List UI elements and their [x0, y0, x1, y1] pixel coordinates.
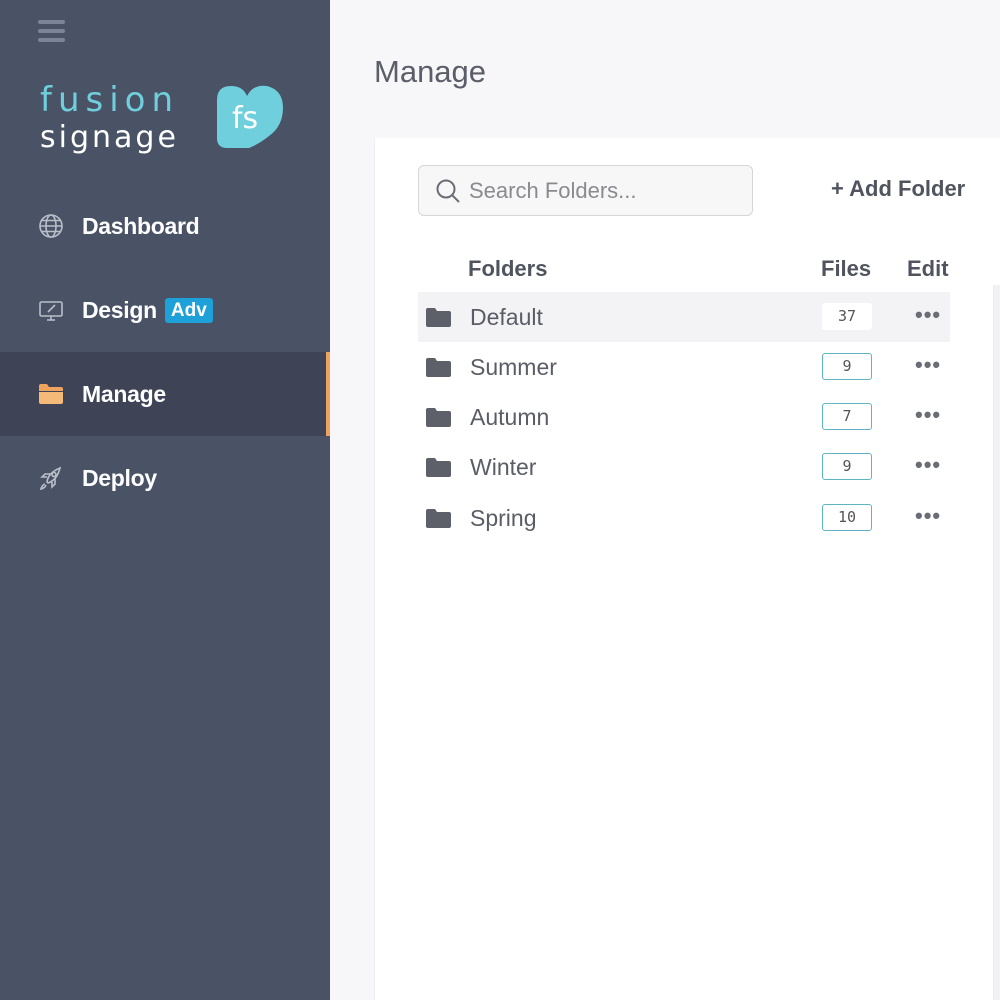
more-options-icon[interactable]: •••	[915, 404, 941, 426]
logo: fusion signage fs	[40, 80, 300, 160]
folder-row-default[interactable]: Default 37 •••	[418, 292, 950, 342]
folder-icon	[426, 458, 451, 477]
sidebar-item-label: Deploy	[82, 464, 157, 491]
sidebar-item-dashboard[interactable]: Dashboard	[0, 184, 330, 268]
file-count-badge: 9	[822, 453, 872, 480]
more-options-icon[interactable]: •••	[915, 304, 941, 326]
more-options-icon[interactable]: •••	[915, 454, 941, 476]
monitor-icon	[38, 297, 64, 323]
sidebar-nav: Dashboard Design Adv Manage Deploy	[0, 184, 330, 520]
rocket-icon	[38, 465, 64, 491]
logo-word-fusion: fusion	[40, 80, 180, 120]
folder-icon	[426, 408, 451, 427]
folder-name: Default	[470, 304, 543, 330]
column-header-edit: Edit	[907, 256, 949, 281]
folder-name: Winter	[470, 454, 537, 480]
more-options-icon[interactable]: •••	[915, 354, 941, 376]
folder-icon	[426, 358, 451, 377]
page-title: Manage	[374, 54, 487, 89]
column-header-folders: Folders	[468, 256, 548, 281]
file-count-badge: 10	[822, 504, 872, 531]
folder-name: Summer	[470, 354, 557, 380]
folder-row-autumn[interactable]: Autumn 7 •••	[418, 392, 950, 442]
sidebar-item-deploy[interactable]: Deploy	[0, 436, 330, 520]
file-count-badge: 9	[822, 353, 872, 380]
folder-icon	[426, 509, 451, 528]
folder-name: Spring	[470, 505, 537, 531]
search-box[interactable]	[418, 165, 753, 216]
search-input[interactable]	[469, 177, 739, 204]
globe-icon	[38, 213, 64, 239]
file-count-badge: 7	[822, 403, 872, 430]
sidebar-item-label: Manage	[82, 380, 166, 407]
folder-row-winter[interactable]: Winter 9 •••	[418, 442, 950, 492]
logo-mark-text: fs	[232, 101, 259, 136]
logo-word-signage: signage	[40, 120, 179, 155]
sidebar-item-design[interactable]: Design Adv	[0, 268, 330, 352]
folder-open-icon	[38, 381, 64, 407]
folder-name: Autumn	[470, 404, 550, 430]
sidebar-item-label: Design	[82, 296, 157, 323]
column-header-files: Files	[821, 256, 872, 281]
hamburger-icon[interactable]	[38, 20, 65, 48]
folder-row-summer[interactable]: Summer 9 •••	[418, 342, 950, 392]
add-folder-button[interactable]: + Add Folder	[831, 176, 965, 202]
more-options-icon[interactable]: •••	[915, 505, 941, 527]
file-count-badge: 37	[822, 303, 872, 330]
sidebar-item-label: Dashboard	[82, 212, 200, 239]
folder-row-spring[interactable]: Spring 10 •••	[418, 493, 950, 543]
panel-scrollbar[interactable]	[993, 285, 1000, 1000]
search-icon	[436, 179, 460, 203]
sidebar-item-manage[interactable]: Manage	[0, 352, 330, 436]
sidebar: fusion signage fs Dashboard Design Adv M…	[0, 0, 330, 1000]
adv-badge: Adv	[164, 297, 213, 323]
folder-icon	[426, 308, 451, 327]
